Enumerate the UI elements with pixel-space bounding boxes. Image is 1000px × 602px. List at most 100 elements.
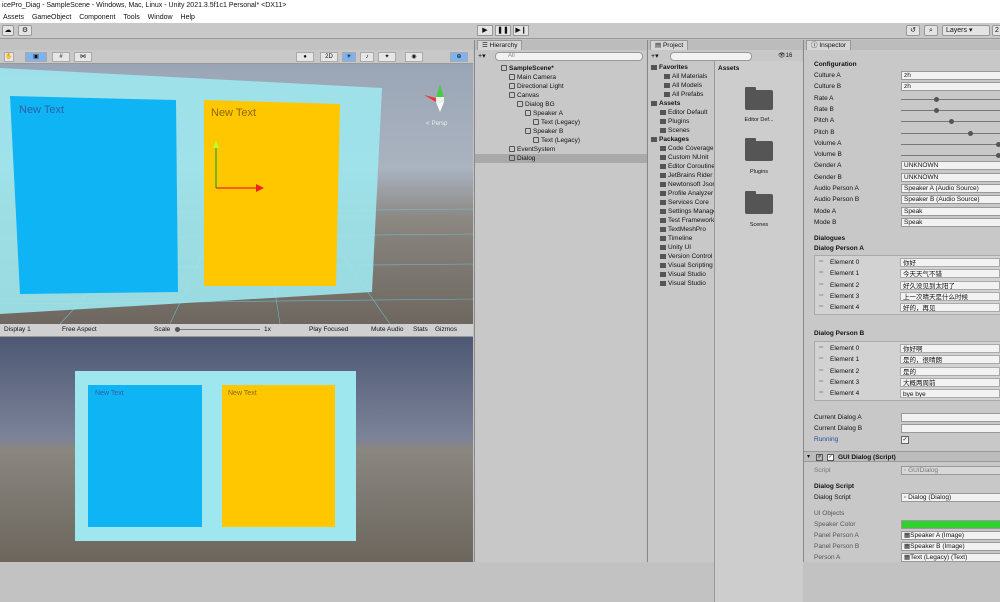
project-tree-item[interactable]: Timeline bbox=[660, 234, 714, 243]
scale-knob[interactable] bbox=[175, 327, 180, 332]
list-element-field[interactable]: 好的，再见 bbox=[900, 303, 1000, 313]
slider-knob[interactable] bbox=[996, 141, 1000, 147]
cloud-icon[interactable]: ☁ bbox=[2, 25, 14, 36]
folder-scenes-icon[interactable] bbox=[745, 191, 773, 214]
folder-editor-default-icon[interactable] bbox=[745, 87, 773, 110]
drag-handle-icon[interactable]: ═ bbox=[819, 389, 823, 398]
project-tree-item[interactable]: JetBrains Rider bbox=[660, 171, 714, 180]
history-icon[interactable]: ↺ bbox=[906, 25, 920, 36]
menu-component[interactable]: Component bbox=[79, 14, 115, 21]
account-icon[interactable]: ⚙ bbox=[18, 25, 32, 36]
menu-tools[interactable]: Tools bbox=[123, 14, 139, 21]
foldout-icon[interactable]: ▾ bbox=[807, 453, 810, 460]
project-tree-item[interactable]: Visual Scripting bbox=[660, 261, 714, 270]
snap-icon[interactable]: ⋈ bbox=[74, 52, 92, 62]
slider-knob[interactable] bbox=[967, 130, 973, 136]
display-dropdown[interactable]: Display 1 bbox=[4, 324, 31, 336]
property-slider[interactable] bbox=[901, 119, 1000, 125]
shading-icon[interactable]: ● bbox=[296, 52, 314, 62]
property-field[interactable]: zh bbox=[901, 82, 1000, 92]
property-field[interactable]: UNKNOWN bbox=[901, 172, 1000, 182]
drag-handle-icon[interactable]: ═ bbox=[819, 355, 823, 364]
property-slider[interactable] bbox=[901, 141, 1000, 147]
running-checkbox[interactable]: ✓ bbox=[901, 436, 909, 444]
layout-dropdown[interactable]: 2 bbox=[992, 25, 1000, 36]
project-tree-item[interactable]: Editor Default bbox=[660, 108, 714, 117]
aspect-dropdown[interactable]: Free Aspect bbox=[62, 324, 97, 336]
drag-handle-icon[interactable]: ═ bbox=[819, 258, 823, 267]
search-icon[interactable]: ⌕ bbox=[924, 25, 938, 36]
stats-button[interactable]: Stats bbox=[413, 324, 428, 336]
drag-handle-icon[interactable]: ═ bbox=[819, 344, 823, 353]
step-button[interactable]: ▶❙ bbox=[513, 25, 529, 36]
persp-label[interactable]: ≺ Persp bbox=[425, 120, 447, 127]
project-tree-item[interactable]: All Prefabs bbox=[664, 90, 714, 99]
slider-knob[interactable] bbox=[948, 119, 954, 125]
list-element-field[interactable]: bye bye bbox=[900, 389, 1000, 399]
project-tree-item[interactable]: Settings Manager bbox=[660, 207, 714, 216]
current-dialog-b-field[interactable] bbox=[901, 424, 1000, 433]
project-tree-item[interactable]: All Materials bbox=[664, 72, 714, 81]
hierarchy-item[interactable]: Canvas bbox=[475, 91, 647, 100]
dialog-person-a-header[interactable]: Dialog Person A bbox=[814, 245, 864, 252]
property-slider[interactable] bbox=[901, 96, 1000, 102]
orientation-gizmo-icon[interactable] bbox=[424, 84, 456, 112]
draw-mode-icon[interactable]: ▣ bbox=[25, 52, 47, 62]
play-button[interactable]: ▶ bbox=[477, 25, 493, 36]
component-header[interactable]: ▾ # ✓ GUI Dialog (Script) bbox=[804, 451, 1000, 462]
slider-knob[interactable] bbox=[996, 153, 1000, 159]
hierarchy-item[interactable]: Speaker B bbox=[475, 127, 647, 136]
light-icon[interactable]: ☀ bbox=[342, 52, 356, 62]
hierarchy-item[interactable]: Main Camera bbox=[475, 73, 647, 82]
list-element-field[interactable]: 好久没见到太阳了 bbox=[900, 280, 1000, 290]
list-element-field[interactable]: 今天天气不错 bbox=[900, 269, 1000, 279]
game-view[interactable]: New Text New Text bbox=[0, 337, 473, 562]
slider-knob[interactable] bbox=[934, 96, 940, 102]
property-slider[interactable] bbox=[901, 153, 1000, 159]
property-slider[interactable] bbox=[901, 130, 1000, 136]
project-tree-item[interactable]: Visual Studio bbox=[660, 270, 714, 279]
mute-audio-button[interactable]: Mute Audio bbox=[371, 324, 404, 336]
pause-button[interactable]: ❚❚ bbox=[495, 25, 511, 36]
menu-assets[interactable]: Assets bbox=[3, 14, 24, 21]
property-slider[interactable] bbox=[901, 107, 1000, 113]
property-field[interactable]: Speaker B (Audio Source) bbox=[901, 195, 1000, 205]
project-tree-item[interactable]: Custom NUnit bbox=[660, 153, 714, 162]
drag-handle-icon[interactable]: ═ bbox=[819, 281, 823, 290]
gizmos-icon[interactable]: ⊕ bbox=[450, 52, 468, 62]
component-enabled-checkbox[interactable]: ✓ bbox=[827, 454, 834, 461]
project-search-input[interactable] bbox=[670, 52, 752, 61]
project-tree-item[interactable]: Test Framework bbox=[660, 216, 714, 225]
project-tree-item[interactable]: Editor Coroutines bbox=[660, 162, 714, 171]
drag-handle-icon[interactable]: ═ bbox=[819, 367, 823, 376]
drag-handle-icon[interactable]: ═ bbox=[819, 292, 823, 301]
project-tree-item[interactable]: Favorites bbox=[651, 63, 714, 72]
mode-2d-button[interactable]: 2D bbox=[320, 52, 338, 62]
slider-knob[interactable] bbox=[934, 107, 940, 113]
camera-icon[interactable]: ◉ bbox=[405, 52, 423, 62]
panel-person-a-field[interactable]: ▦Speaker A (Image) bbox=[901, 531, 1000, 540]
hierarchy-item[interactable]: Text (Legacy) bbox=[475, 136, 647, 145]
project-add-icon[interactable]: +▾ bbox=[651, 52, 659, 60]
drag-handle-icon[interactable]: ═ bbox=[819, 378, 823, 387]
current-dialog-a-field[interactable] bbox=[901, 413, 1000, 422]
list-element-field[interactable]: 大概两周前 bbox=[900, 377, 1000, 387]
person-a-text-field[interactable]: ▦Text (Legacy) (Text) bbox=[901, 553, 1000, 562]
property-field[interactable]: Speak bbox=[901, 217, 1000, 227]
list-element-field[interactable]: 上一次晴天是什么时候 bbox=[900, 291, 1000, 301]
project-tree-item[interactable]: Unity UI bbox=[660, 243, 714, 252]
menu-window[interactable]: Window bbox=[148, 14, 173, 21]
hierarchy-item[interactable]: Speaker A bbox=[475, 109, 647, 118]
property-field[interactable]: UNKNOWN bbox=[901, 161, 1000, 171]
project-tree-item[interactable]: Assets bbox=[651, 99, 714, 108]
grid-item-scenes[interactable]: Scenes bbox=[734, 222, 784, 228]
scale-slider[interactable] bbox=[175, 329, 260, 330]
hierarchy-item[interactable]: SampleScene* bbox=[475, 64, 647, 73]
menu-help[interactable]: Help bbox=[181, 14, 195, 21]
gizmos-button[interactable]: Gizmos bbox=[435, 324, 457, 336]
project-tree-item[interactable]: All Models bbox=[664, 81, 714, 90]
project-tree-item[interactable]: Plugins bbox=[660, 117, 714, 126]
menu-gameobject[interactable]: GameObject bbox=[32, 14, 71, 21]
play-focused-dropdown[interactable]: Play Focused bbox=[309, 324, 348, 336]
list-element-field[interactable]: 是的 bbox=[900, 366, 1000, 376]
